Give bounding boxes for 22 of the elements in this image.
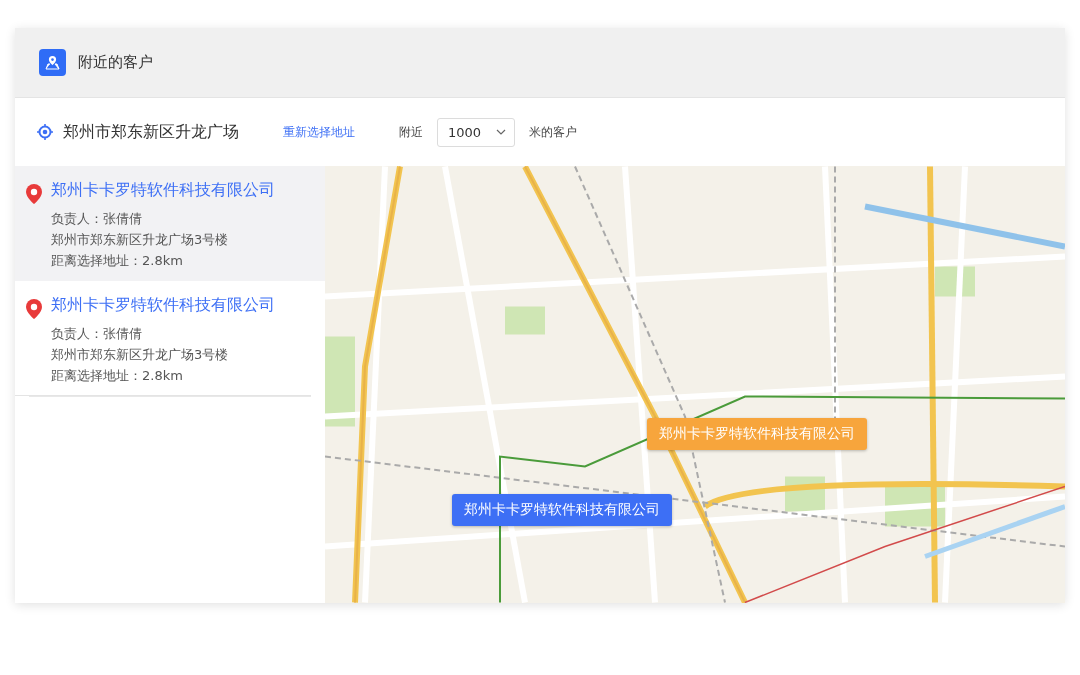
- distance-text: 距离选择地址：2.8km: [51, 252, 184, 270]
- unit-label: 米的客户: [529, 123, 577, 141]
- company-name: 郑州卡卡罗特软件科技有限公司: [51, 180, 275, 201]
- panel-title: 附近的客户: [78, 53, 153, 72]
- distance-text: 距离选择地址：2.8km: [51, 367, 184, 385]
- customer-list-item[interactable]: 郑州卡卡罗特软件科技有限公司 负责人：张倩倩 郑州市郑东新区升龙广场3号楼 距离选择地址：2.8km: [15, 166, 325, 281]
- street-map-drawing[interactable]: [325, 166, 1065, 603]
- reselect-address-link[interactable]: 重新选择地址: [283, 123, 355, 141]
- company-name: 郑州卡卡罗特软件科技有限公司: [51, 295, 275, 316]
- chevron-down-icon: [496, 129, 506, 135]
- radius-select[interactable]: 1000: [437, 117, 515, 147]
- nearby-label: 附近: [399, 123, 423, 141]
- map-pin-icon: [25, 183, 43, 205]
- location-pin-icon: [39, 49, 66, 76]
- company-address: 郑州市郑东新区升龙广场3号楼: [51, 231, 230, 249]
- map-marker-label[interactable]: 郑州卡卡罗特软件科技有限公司: [452, 494, 672, 526]
- target-location-icon: [37, 124, 53, 140]
- map-pin-icon: [25, 298, 43, 320]
- selected-address: 郑州市郑东新区升龙广场: [63, 121, 239, 143]
- contact-person: 负责人：张倩倩: [51, 210, 143, 228]
- company-address: 郑州市郑东新区升龙广场3号楼: [51, 346, 230, 364]
- contact-person: 负责人：张倩倩: [51, 325, 143, 343]
